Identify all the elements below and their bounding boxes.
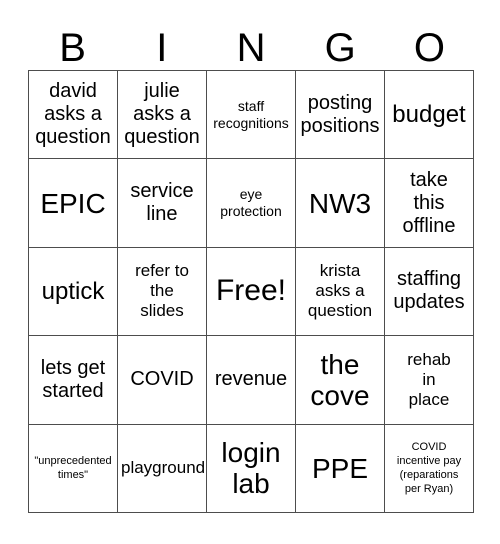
- bingo-cell-r3c1[interactable]: uptick: [29, 247, 118, 337]
- bingo-cell-r4c3[interactable]: revenue: [207, 336, 296, 425]
- bingo-cell-r4c5[interactable]: rehab in place: [385, 336, 474, 425]
- bingo-grid: david asks a question julie asks a quest…: [28, 70, 474, 513]
- bingo-cell-label: eye protection: [220, 186, 282, 220]
- bingo-cell-r2c5[interactable]: take this offline: [385, 159, 474, 248]
- bingo-cell-label: NW3: [308, 187, 372, 219]
- bingo-cell-label: posting positions: [300, 91, 380, 137]
- bingo-cell-label: budget: [392, 101, 466, 129]
- bingo-free-space-label: Free!: [215, 274, 287, 308]
- bingo-cell-r2c1[interactable]: EPIC: [29, 159, 118, 248]
- bingo-cell-label: staffing updates: [393, 268, 465, 314]
- bingo-cell-label: david asks a question: [35, 80, 111, 149]
- bingo-cell-label: take this offline: [402, 168, 456, 237]
- bingo-letter-n: N: [236, 26, 266, 70]
- bingo-cell-r1c1[interactable]: david asks a question: [29, 71, 118, 160]
- bingo-cell-r3c2[interactable]: refer to the slides: [118, 247, 207, 337]
- bingo-cell-label: refer to the slides: [135, 261, 189, 321]
- bingo-cell-r1c5[interactable]: budget: [385, 71, 474, 160]
- bingo-cell-r5c2[interactable]: playground: [118, 424, 207, 513]
- bingo-cell-r4c4[interactable]: the cove: [296, 336, 385, 425]
- bingo-letter-b: B: [59, 26, 86, 70]
- bingo-letter-g: G: [324, 26, 356, 70]
- bingo-cell-r2c4[interactable]: NW3: [296, 159, 385, 248]
- bingo-cell-label: login lab: [221, 437, 281, 500]
- bingo-cell-r4c2[interactable]: COVID: [118, 336, 207, 425]
- bingo-cell-r5c3[interactable]: login lab: [207, 424, 296, 513]
- bingo-cell-r5c4[interactable]: PPE: [296, 424, 385, 513]
- bingo-cell-free-space[interactable]: Free!: [207, 247, 296, 337]
- bingo-cell-label: revenue: [214, 368, 288, 391]
- bingo-cell-label: PPE: [311, 452, 369, 484]
- bingo-cell-label: playground: [121, 458, 206, 478]
- bingo-cell-r1c2[interactable]: julie asks a question: [118, 71, 207, 160]
- bingo-cell-label: COVID: [130, 368, 194, 391]
- bingo-cell-label: rehab in place: [407, 349, 451, 409]
- bingo-header: B I N G O: [28, 18, 474, 70]
- bingo-cell-r2c3[interactable]: eye protection: [207, 159, 296, 248]
- bingo-cell-r5c5[interactable]: COVID incentive pay (reparations per Rya…: [385, 424, 474, 513]
- bingo-cell-r2c2[interactable]: service line: [118, 159, 207, 248]
- bingo-cell-r1c3[interactable]: staff recognitions: [207, 71, 296, 160]
- bingo-cell-label: krista asks a question: [307, 261, 373, 321]
- bingo-cell-r5c1[interactable]: "unprecedented times": [29, 424, 118, 513]
- bingo-card: B I N G O david asks a question julie as…: [0, 0, 500, 544]
- bingo-cell-r3c4[interactable]: krista asks a question: [296, 247, 385, 337]
- bingo-cell-r3c5[interactable]: staffing updates: [385, 247, 474, 337]
- bingo-cell-r4c1[interactable]: lets get started: [29, 336, 118, 425]
- bingo-cell-label: julie asks a question: [124, 80, 200, 149]
- bingo-cell-label: uptick: [41, 277, 105, 305]
- bingo-letter-i: I: [156, 26, 168, 70]
- bingo-cell-r1c4[interactable]: posting positions: [296, 71, 385, 160]
- bingo-cell-label: staff recognitions: [213, 97, 289, 131]
- bingo-cell-label: lets get started: [40, 356, 106, 402]
- bingo-cell-label: the cove: [310, 348, 370, 411]
- bingo-cell-label: EPIC: [40, 187, 106, 219]
- bingo-cell-label: service line: [130, 180, 194, 226]
- bingo-cell-label: "unprecedented times": [34, 455, 112, 482]
- bingo-letter-o: O: [413, 26, 445, 70]
- bingo-cell-label: COVID incentive pay (reparations per Rya…: [396, 441, 462, 496]
